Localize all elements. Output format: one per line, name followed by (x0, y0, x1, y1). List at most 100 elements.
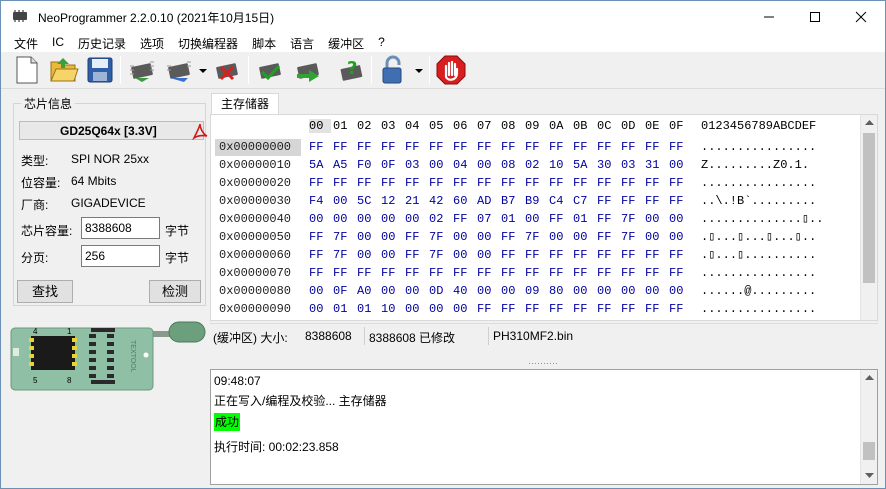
hex-byte-cell[interactable]: FF (333, 265, 347, 282)
scroll-up-icon[interactable] (865, 120, 874, 126)
hex-byte-cell[interactable]: 00 (429, 157, 443, 174)
hex-byte-cell[interactable]: FF (333, 175, 347, 192)
hex-byte-cell[interactable]: FF (477, 301, 491, 318)
hex-byte-cell[interactable]: FF (501, 139, 515, 156)
hex-byte-cell[interactable]: 10 (381, 301, 395, 318)
hex-row-ascii[interactable]: ................ (701, 301, 816, 318)
hex-byte-cell[interactable]: FF (477, 175, 491, 192)
hex-byte-cell[interactable]: 00 (453, 301, 467, 318)
hex-byte-cell[interactable]: 40 (453, 283, 467, 300)
hex-byte-cell[interactable]: FF (621, 301, 635, 318)
close-button[interactable] (838, 1, 884, 32)
hex-row-ascii[interactable]: ................ (701, 175, 816, 192)
hex-byte-cell[interactable]: 00 (645, 229, 659, 246)
hex-byte-cell[interactable]: 00 (573, 229, 587, 246)
hex-byte-cell[interactable]: FF (549, 247, 563, 264)
hex-byte-cell[interactable]: 00 (477, 283, 491, 300)
hex-byte-cell[interactable]: 7F (429, 229, 443, 246)
hex-byte-cell[interactable]: FF (501, 301, 515, 318)
open-file-button[interactable] (48, 54, 80, 86)
hex-byte-cell[interactable]: FF (333, 139, 347, 156)
hex-byte-cell[interactable]: FF (453, 211, 467, 228)
hex-byte-cell[interactable]: C7 (573, 193, 587, 210)
hex-byte-cell[interactable]: FF (597, 247, 611, 264)
hex-byte-cell[interactable]: 00 (357, 211, 371, 228)
hex-byte-cell[interactable]: C4 (549, 193, 563, 210)
hex-byte-cell[interactable]: FF (357, 139, 371, 156)
hex-byte-cell[interactable]: 00 (477, 229, 491, 246)
hex-byte-cell[interactable]: FF (645, 301, 659, 318)
hex-byte-cell[interactable]: FF (309, 265, 323, 282)
hex-byte-cell[interactable]: 01 (501, 211, 515, 228)
protect-button[interactable] (377, 54, 409, 86)
hex-byte-cell[interactable]: FF (429, 139, 443, 156)
hex-byte-cell[interactable]: FF (357, 265, 371, 282)
hex-byte-cell[interactable]: FF (669, 193, 683, 210)
log-panel[interactable]: 09:48:07 正在写入/编程及校验... 主存储器 成功 执行时间: 00:… (210, 369, 878, 485)
hex-byte-cell[interactable]: FF (621, 247, 635, 264)
hex-row-address[interactable]: 0x00000000 (215, 139, 301, 156)
hex-byte-cell[interactable]: 10 (549, 157, 563, 174)
hex-byte-cell[interactable]: 02 (525, 157, 539, 174)
menu-language[interactable]: 语言 (283, 32, 321, 52)
title-bar[interactable]: NeoProgrammer 2.2.0.10 (2021年10月15日) (1, 1, 885, 32)
hex-byte-cell[interactable]: FF (405, 265, 419, 282)
hex-byte-cell[interactable]: FF (549, 211, 563, 228)
hex-byte-cell[interactable]: 00 (621, 283, 635, 300)
hex-byte-cell[interactable]: 07 (477, 211, 491, 228)
hex-row-address[interactable]: 0x00000090 (215, 301, 301, 318)
hex-byte-cell[interactable]: FF (381, 265, 395, 282)
hex-byte-cell[interactable]: FF (597, 229, 611, 246)
hex-byte-cell[interactable]: FF (501, 175, 515, 192)
menu-buffer[interactable]: 缓冲区 (321, 32, 371, 52)
hex-byte-cell[interactable]: FF (309, 229, 323, 246)
hex-byte-cell[interactable]: 01 (357, 301, 371, 318)
capacity-field[interactable]: 8388608 (81, 217, 160, 239)
hex-byte-cell[interactable]: FF (381, 175, 395, 192)
hex-row-address[interactable]: 0x00000050 (215, 229, 301, 246)
hex-byte-cell[interactable]: FF (309, 175, 323, 192)
hex-byte-cell[interactable]: FF (525, 139, 539, 156)
hex-row-ascii[interactable]: ................ (701, 265, 816, 282)
hex-byte-cell[interactable]: 00 (333, 211, 347, 228)
hex-byte-cell[interactable]: FF (429, 175, 443, 192)
hex-byte-cell[interactable]: F0 (357, 157, 371, 174)
protect-dropdown-icon[interactable] (415, 68, 423, 74)
hex-byte-cell[interactable]: 00 (525, 211, 539, 228)
hex-byte-cell[interactable]: F4 (309, 193, 323, 210)
pdf-datasheet-icon[interactable] (191, 122, 209, 140)
auto-program-button[interactable] (292, 54, 324, 86)
hex-byte-cell[interactable]: FF (621, 193, 635, 210)
hex-byte-cell[interactable]: FF (669, 175, 683, 192)
menu-help[interactable]: ? (371, 32, 392, 52)
hex-byte-cell[interactable]: A5 (333, 157, 347, 174)
hex-byte-cell[interactable]: 09 (525, 283, 539, 300)
blank-check-button[interactable]: ? (335, 54, 367, 86)
write-chip-button[interactable] (163, 54, 195, 86)
hex-byte-cell[interactable]: FF (645, 247, 659, 264)
hex-byte-cell[interactable]: 60 (453, 193, 467, 210)
hex-byte-cell[interactable]: 00 (645, 211, 659, 228)
hex-byte-cell[interactable]: 00 (405, 283, 419, 300)
hex-byte-cell[interactable]: 7F (621, 229, 635, 246)
log-scrollbar[interactable] (860, 370, 877, 484)
maximize-button[interactable] (792, 1, 838, 32)
menu-script[interactable]: 脚本 (245, 32, 283, 52)
hex-byte-cell[interactable]: 00 (333, 193, 347, 210)
new-file-button[interactable] (11, 54, 43, 86)
hex-byte-cell[interactable]: FF (501, 265, 515, 282)
hex-byte-cell[interactable]: 00 (453, 247, 467, 264)
hex-byte-cell[interactable]: FF (669, 139, 683, 156)
hex-byte-cell[interactable]: 00 (573, 283, 587, 300)
save-file-button[interactable] (84, 54, 116, 86)
detect-button[interactable]: 检测 (149, 280, 201, 303)
hex-row-address[interactable]: 0x00000060 (215, 247, 301, 264)
hex-byte-cell[interactable]: 5A (309, 157, 323, 174)
hex-byte-cell[interactable]: 03 (621, 157, 635, 174)
hex-byte-cell[interactable]: 03 (405, 157, 419, 174)
hex-byte-cell[interactable]: 21 (405, 193, 419, 210)
minimize-button[interactable] (746, 1, 792, 32)
hex-byte-cell[interactable]: FF (525, 265, 539, 282)
hex-byte-cell[interactable]: 0F (333, 283, 347, 300)
hex-row-ascii[interactable]: ..\.!B`......... (701, 193, 816, 210)
